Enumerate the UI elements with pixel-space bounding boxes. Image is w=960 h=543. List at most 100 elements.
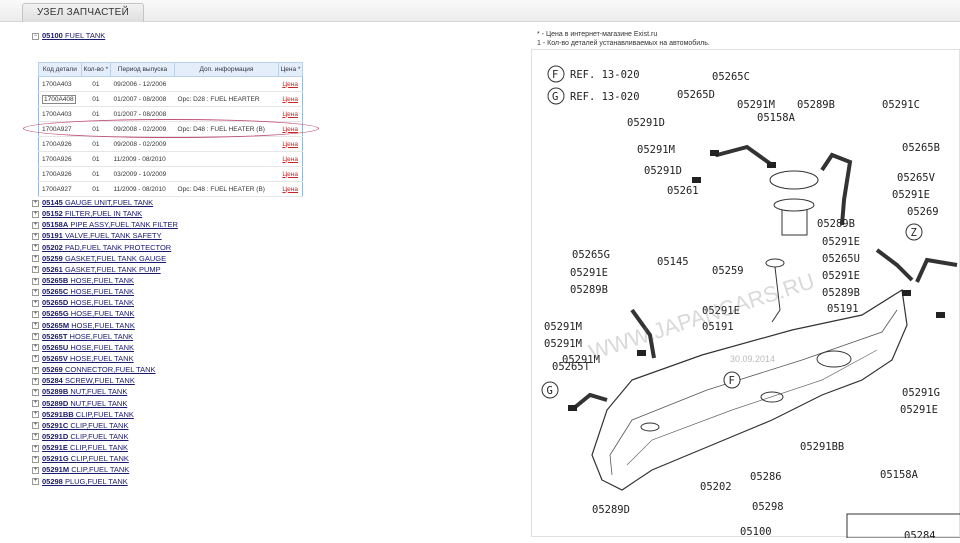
part-callout-05265b[interactable]: 05265B [902, 142, 940, 154]
part-callout-05265g[interactable]: 05265G [572, 249, 610, 261]
expand-toggle-icon[interactable]: + [32, 288, 39, 296]
list-item[interactable]: +05191 VALVE,FUEL TANK SAFETY [32, 230, 178, 241]
list-item[interactable]: +05289D NUT,FUEL TANK [32, 398, 178, 409]
list-item[interactable]: +05265V HOSE,FUEL TANK [32, 353, 178, 364]
expand-toggle-icon[interactable]: + [32, 377, 39, 385]
part-link[interactable]: 05191 VALVE,FUEL TANK SAFETY [42, 231, 162, 240]
part-callout-05291g[interactable]: 05291G [902, 387, 940, 399]
part-link[interactable]: 05265T HOSE,FUEL TANK [42, 332, 133, 341]
part-callout-05265d[interactable]: 05265D [677, 89, 715, 101]
list-item[interactable]: +05265U HOSE,FUEL TANK [32, 342, 178, 353]
expand-toggle-icon[interactable]: + [32, 411, 39, 419]
part-callout-05158a[interactable]: 05158A [880, 469, 919, 481]
list-item[interactable]: +05291C CLIP,FUEL TANK [32, 420, 178, 431]
part-link[interactable]: 05289D NUT,FUEL TANK [42, 399, 127, 408]
list-item[interactable]: +05158A PIPE ASSY,FUEL TANK FILTER [32, 219, 178, 230]
part-callout-05291e[interactable]: 05291E [822, 270, 860, 282]
part-callout-05289b[interactable]: 05289B [570, 284, 608, 296]
part-callout-05291m[interactable]: 05291M [737, 99, 775, 111]
part-link[interactable]: 05291M CLIP,FUEL TANK [42, 465, 129, 474]
price-link[interactable]: Цена [282, 171, 298, 178]
part-callout-05291d[interactable]: 05291D [627, 117, 665, 129]
part-link[interactable]: 05265D HOSE,FUEL TANK [42, 298, 134, 307]
expand-toggle-icon[interactable]: + [32, 310, 39, 318]
part-link[interactable]: 05152 FILTER,FUEL IN TANK [42, 209, 142, 218]
expand-toggle-icon[interactable]: + [32, 266, 39, 274]
part-callout-05291e[interactable]: 05291E [570, 267, 608, 279]
list-item[interactable]: +05265M HOSE,FUEL TANK [32, 320, 178, 331]
list-item[interactable]: +05152 FILTER,FUEL IN TANK [32, 208, 178, 219]
part-link[interactable]: 05298 PLUG,FUEL TANK [42, 477, 128, 486]
parts-diagram[interactable]: 05265C 05265D 05291M 05289B 05291C 05158A 0529… [531, 49, 960, 542]
expand-toggle-icon[interactable]: + [32, 322, 39, 330]
part-callout-05265u[interactable]: 05265U [822, 253, 860, 265]
list-item[interactable]: +05261 GASKET,FUEL TANK PUMP [32, 264, 178, 275]
collapse-toggle-icon[interactable]: − [32, 32, 39, 40]
part-link[interactable]: 05265G HOSE,FUEL TANK [42, 309, 134, 318]
list-item[interactable]: +05265C HOSE,FUEL TANK [32, 286, 178, 297]
part-link[interactable]: 05291G CLIP,FUEL TANK [42, 454, 129, 463]
expand-toggle-icon[interactable]: + [32, 455, 39, 463]
part-link[interactable]: 05265B HOSE,FUEL TANK [42, 276, 134, 285]
price-link[interactable]: Цена [282, 141, 298, 148]
part-link[interactable]: 05265C HOSE,FUEL TANK [42, 287, 134, 296]
cell-price[interactable]: Цена [278, 76, 303, 92]
cell-price[interactable]: Цена [278, 91, 303, 107]
expand-toggle-icon[interactable]: + [32, 388, 39, 396]
expand-toggle-icon[interactable]: + [32, 422, 39, 430]
part-callout-05291m[interactable]: 05291M [637, 144, 675, 156]
part-link[interactable]: 05291BB CLIP,FUEL TANK [42, 410, 134, 419]
price-link[interactable]: Цена [282, 96, 298, 103]
tree-root-fuel-tank[interactable]: −05100 FUEL TANK [32, 31, 105, 40]
list-item[interactable]: +05291D CLIP,FUEL TANK [32, 431, 178, 442]
price-link[interactable]: Цена [282, 111, 298, 118]
part-link[interactable]: 05265M HOSE,FUEL TANK [42, 321, 135, 330]
expand-toggle-icon[interactable]: + [32, 221, 39, 229]
expand-toggle-icon[interactable]: + [32, 433, 39, 441]
list-item[interactable]: +05265G HOSE,FUEL TANK [32, 308, 178, 319]
part-callout-05291e[interactable]: 05291E [822, 236, 860, 248]
list-item[interactable]: +05298 PLUG,FUEL TANK [32, 476, 178, 487]
part-callout-05289b[interactable]: 05289B [817, 218, 855, 230]
expand-toggle-icon[interactable]: + [32, 299, 39, 307]
part-callout-05298[interactable]: 05298 [752, 501, 784, 513]
price-link[interactable]: Цена [282, 81, 298, 88]
list-item[interactable]: +05202 PAD,FUEL TANK PROTECTOR [32, 242, 178, 253]
list-item[interactable]: +05291E CLIP,FUEL TANK [32, 442, 178, 453]
ref-label[interactable]: REF. 13-020 [570, 91, 640, 103]
part-link[interactable]: 05265V HOSE,FUEL TANK [42, 354, 134, 363]
part-callout-05289b[interactable]: 05289B [797, 99, 835, 111]
part-callout-05291m[interactable]: 05291M [544, 338, 582, 350]
price-link[interactable]: Цена [282, 156, 298, 163]
part-callout-05259[interactable]: 05259 [712, 265, 744, 277]
list-item[interactable]: +05269 CONNECTOR,FUEL TANK [32, 364, 178, 375]
cell-price[interactable]: Цена [278, 166, 303, 182]
expand-toggle-icon[interactable]: + [32, 355, 39, 363]
part-link[interactable]: 05291D CLIP,FUEL TANK [42, 432, 128, 441]
expand-toggle-icon[interactable]: + [32, 255, 39, 263]
list-item[interactable]: +05259 GASKET,FUEL TANK GAUGE [32, 253, 178, 264]
cell-price[interactable]: Цена [278, 151, 303, 167]
list-item[interactable]: +05291M CLIP,FUEL TANK [32, 464, 178, 475]
list-item[interactable]: +05265T HOSE,FUEL TANK [32, 331, 178, 342]
part-link[interactable]: 05269 CONNECTOR,FUEL TANK [42, 365, 156, 374]
part-callout-05191[interactable]: 05191 [827, 303, 859, 315]
part-callout-05265v[interactable]: 05265V [897, 172, 936, 184]
part-callout-05289b[interactable]: 05289B [822, 287, 860, 299]
expand-toggle-icon[interactable]: + [32, 344, 39, 352]
part-callout-05261[interactable]: 05261 [667, 185, 699, 197]
expand-toggle-icon[interactable]: + [32, 244, 39, 252]
list-item[interactable]: +05265B HOSE,FUEL TANK [32, 275, 178, 286]
list-item[interactable]: +05289B NUT,FUEL TANK [32, 386, 178, 397]
part-callout-05291m[interactable]: 05291M [544, 321, 582, 333]
part-callout-05265c[interactable]: 05265C [712, 71, 750, 83]
part-callout-05202[interactable]: 05202 [700, 481, 732, 493]
part-link[interactable]: 05289B NUT,FUEL TANK [42, 387, 127, 396]
part-callout-05291c[interactable]: 05291C [882, 99, 920, 111]
part-link[interactable]: 05265U HOSE,FUEL TANK [42, 343, 134, 352]
price-link[interactable]: Цена [282, 186, 298, 193]
expand-toggle-icon[interactable]: + [32, 199, 39, 207]
part-link[interactable]: 05261 GASKET,FUEL TANK PUMP [42, 265, 161, 274]
list-item[interactable]: +05291G CLIP,FUEL TANK [32, 453, 178, 464]
part-link[interactable]: 05158A PIPE ASSY,FUEL TANK FILTER [42, 220, 178, 229]
